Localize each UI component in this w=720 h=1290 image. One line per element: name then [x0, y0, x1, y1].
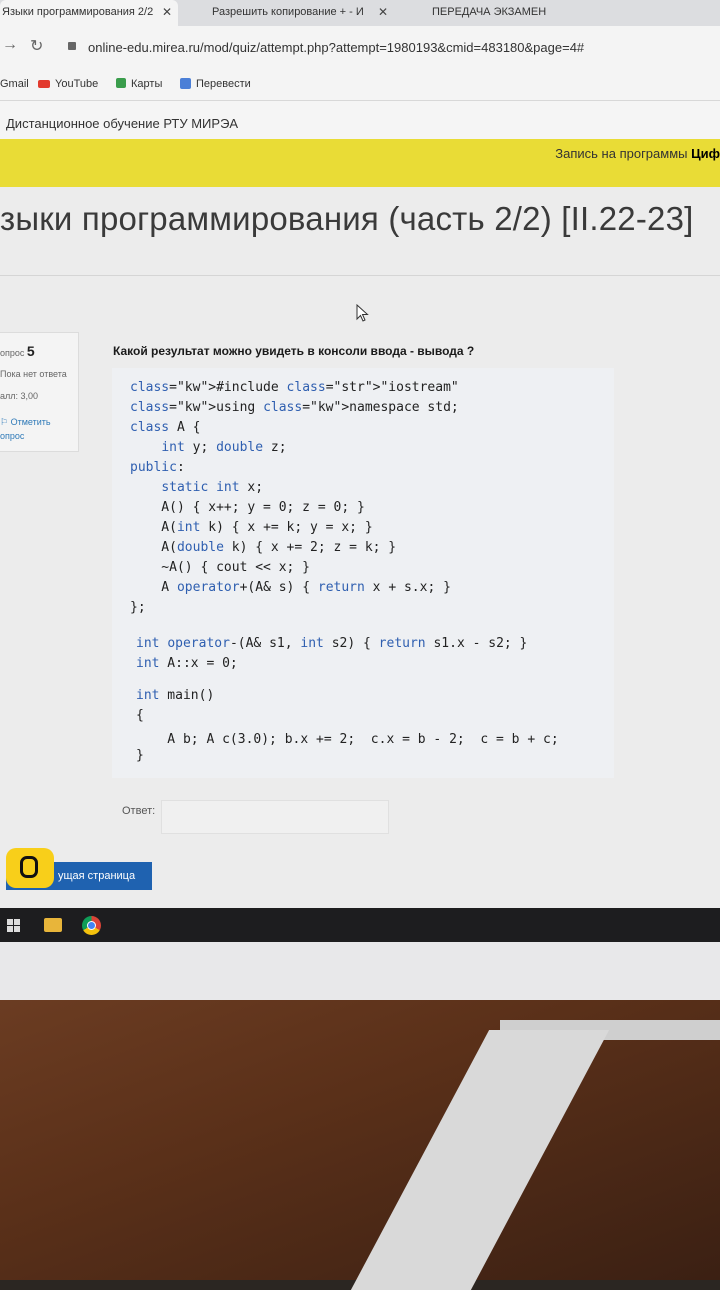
code-line: class A { [130, 420, 201, 435]
code-line: { [136, 708, 144, 723]
banner-bold-text: Циф [691, 146, 720, 161]
bookmark-maps[interactable]: Карты [116, 78, 162, 90]
bookmark-label: YouTube [55, 78, 99, 90]
tab-exam[interactable]: ПЕРЕДАЧА ЭКЗАМЕН [408, 0, 720, 26]
helper-app-icon[interactable] [6, 848, 54, 888]
bookmark-gmail[interactable]: Gmail [0, 78, 29, 90]
bookmark-label: Карты [131, 78, 163, 90]
bookmark-translate[interactable]: Перевести [180, 78, 251, 90]
flag-question-link[interactable]: ⚐ Отметить опрос [0, 415, 51, 443]
divider [0, 275, 720, 276]
windows-start-icon[interactable] [7, 919, 21, 932]
site-name-link[interactable]: Дистанционное обучение РТУ МИРЭА [6, 116, 238, 131]
next-page-label: ущая страница [58, 870, 136, 882]
monitor-bezel [0, 942, 720, 1000]
desk-surface [0, 1000, 720, 1280]
banner-link[interactable]: Запись на программы Циф [555, 146, 720, 161]
tab-label: Разрешить копирование + - И [212, 6, 364, 18]
code-line: int A::x = 0; [136, 656, 238, 671]
close-icon[interactable]: ✕ [162, 0, 172, 24]
code-line: A() { x++; y = 0; z = 0; } [130, 500, 365, 515]
flag-label-2: опрос [0, 431, 25, 441]
tab-quiz[interactable]: Языки программирования 2/2 ✕ [0, 0, 178, 26]
translate-icon [180, 78, 191, 89]
bookmark-youtube[interactable]: YouTube [38, 78, 98, 90]
tab-label: Языки программирования 2/2 [2, 6, 154, 18]
question-number-value: 5 [26, 343, 35, 359]
code-line: public: [130, 460, 185, 475]
mouse-icon [20, 856, 38, 878]
flag-label: Отметить [10, 417, 51, 427]
chrome-icon[interactable] [82, 916, 101, 935]
page-title: зыки программирования (часть 2/2) [II.22… [0, 200, 694, 237]
reload-icon[interactable]: ↻ [30, 36, 43, 56]
answer-input[interactable] [161, 800, 389, 834]
code-line: int y; double z; [161, 440, 287, 455]
code-line: int main() [136, 688, 215, 703]
address-toolbar: → ↻ online-edu.mirea.ru/mod/quiz/attempt… [0, 26, 720, 66]
tab-label: ПЕРЕДАЧА ЭКЗАМЕН [432, 6, 547, 18]
question-text: Какой результат можно увидеть в консоли … [113, 344, 475, 358]
code-line: int operator-(A& s1, int s2) { return s1… [136, 636, 528, 651]
flag-icon: ⚐ [0, 417, 11, 427]
site-header: Дистанционное обучение РТУ МИРЭА [0, 101, 720, 139]
maps-icon [116, 78, 126, 88]
code-line: } [136, 748, 144, 763]
taskbar [0, 908, 720, 942]
question-number: опрос 5 [0, 343, 35, 359]
promo-banner: Запись на программы Циф [0, 139, 720, 187]
code-line: A b; A c(3.0); b.x += 2; c.x = b - 2; c … [136, 732, 559, 747]
question-status: Пока нет ответа [0, 369, 67, 379]
code-line: class="kw">#include class="str">"iostrea… [130, 380, 459, 395]
code-block: class="kw">#include class="str">"iostrea… [112, 368, 614, 778]
file-explorer-icon[interactable] [44, 918, 62, 932]
code-line: A operator+(A& s) { return x + s.x; } [130, 580, 451, 595]
bookmarks-bar: Gmail YouTube Карты Перевести [0, 66, 720, 101]
code-line: ~A() { cout << x; } [130, 560, 311, 575]
banner-text: Запись на программы [555, 146, 688, 161]
question-grade: алл: 3,00 [0, 391, 39, 401]
code-line: A(double k) { x += 2; z = k; } [130, 540, 397, 555]
youtube-icon [38, 80, 50, 88]
lock-icon[interactable] [68, 42, 76, 50]
code-line: A(int k) { x += k; y = x; } [130, 520, 373, 535]
bookmark-label: Перевести [196, 78, 251, 90]
code-line: static int x; [161, 480, 264, 495]
question-label: опрос [0, 348, 25, 358]
code-line: class="kw">using class="kw">namespace st… [130, 400, 459, 415]
code-line: }; [130, 600, 146, 615]
question-info-panel: опрос 5 Пока нет ответа алл: 3,00 ⚐ Отме… [0, 332, 79, 452]
tab-copy-extension[interactable]: Разрешить копирование + - И ✕ [188, 0, 394, 26]
monitor-screen: Языки программирования 2/2 ✕ Разрешить к… [0, 0, 720, 975]
close-icon[interactable]: ✕ [378, 0, 388, 24]
mouse-cursor-icon [356, 304, 369, 322]
forward-icon[interactable]: → [2, 36, 18, 54]
url-field[interactable]: online-edu.mirea.ru/mod/quiz/attempt.php… [88, 40, 584, 55]
browser-tab-bar: Языки программирования 2/2 ✕ Разрешить к… [0, 0, 720, 26]
answer-label: Ответ: [122, 805, 156, 817]
